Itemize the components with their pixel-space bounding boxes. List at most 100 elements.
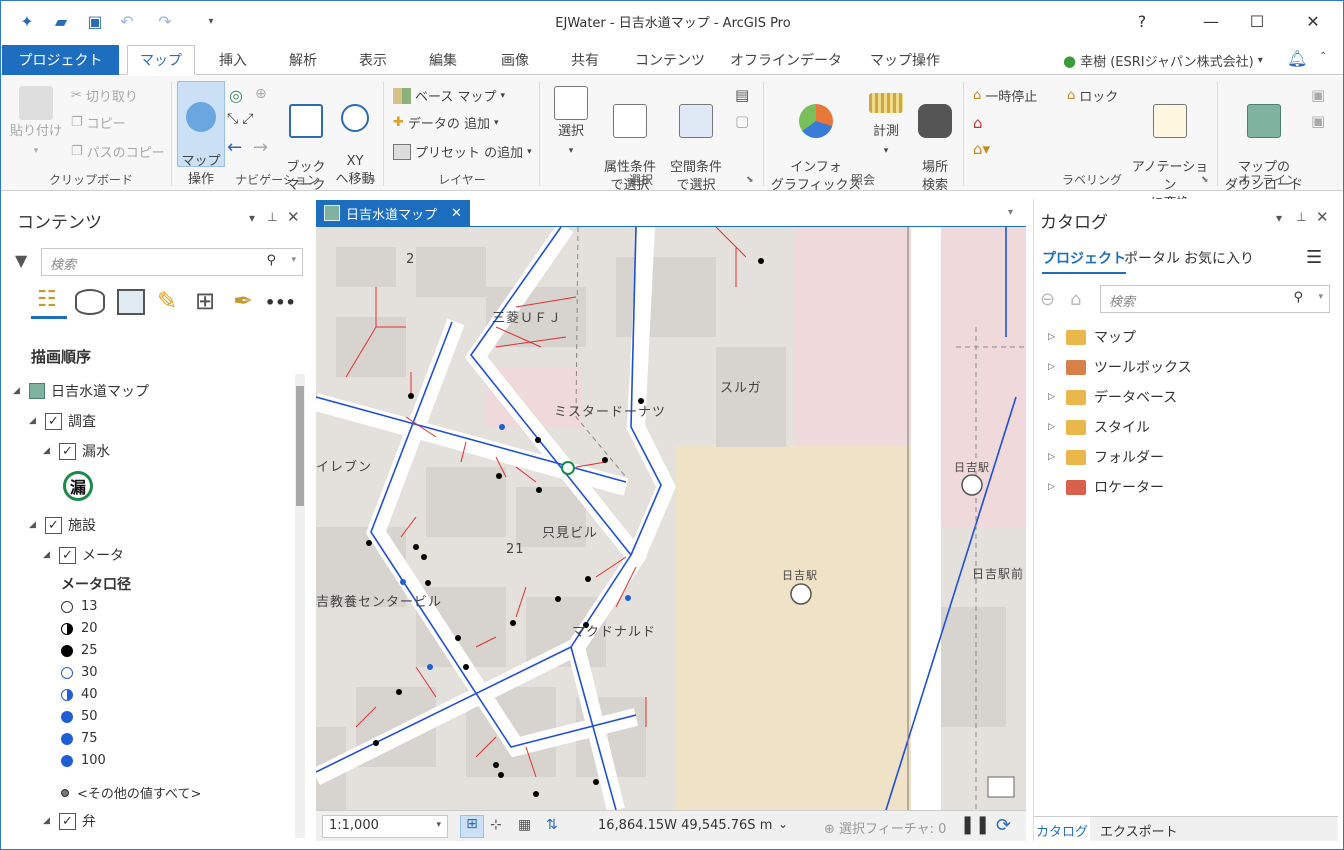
expand-icon[interactable]: ▷ bbox=[1048, 422, 1058, 432]
tab-list-icon[interactable]: ▾ bbox=[1008, 207, 1013, 218]
scale-dropdown[interactable]: 1:1,000 ▾ bbox=[322, 815, 448, 838]
cut-button[interactable]: ✂ 切り取り bbox=[71, 86, 138, 105]
sync-icon[interactable]: ▣ bbox=[1311, 86, 1325, 104]
catalog-item-styles[interactable]: ▷ スタイル bbox=[1048, 417, 1150, 437]
pin-icon[interactable]: ⊥ bbox=[267, 210, 277, 224]
close-pane-icon[interactable]: ✕ bbox=[287, 208, 300, 226]
pause-drawing-icon[interactable]: ❚❚ bbox=[960, 814, 990, 835]
back-icon[interactable]: ⊖ bbox=[1040, 289, 1055, 310]
expand-icon[interactable]: ▷ bbox=[1048, 452, 1058, 462]
catalog-tab-favorites[interactable]: お気に入り bbox=[1184, 248, 1254, 268]
expand-icon[interactable]: ◢ bbox=[13, 386, 23, 396]
expand-icon[interactable]: ◢ bbox=[29, 416, 39, 426]
catalog-tab-portal[interactable]: ポータル bbox=[1124, 248, 1180, 268]
grid-icon[interactable]: ▦ bbox=[518, 817, 531, 833]
catalog-item-maps[interactable]: ▷ マップ bbox=[1048, 327, 1136, 347]
scrollbar-thumb[interactable] bbox=[296, 386, 304, 506]
measure-button[interactable]: 計測 ▾ bbox=[863, 86, 909, 160]
catalog-item-toolboxes[interactable]: ▷ ツールボックス bbox=[1048, 357, 1192, 377]
tab-map[interactable]: マップ bbox=[127, 45, 195, 75]
expand-icon[interactable]: ◢ bbox=[29, 520, 39, 530]
tab-project[interactable]: プロジェクト bbox=[2, 45, 119, 75]
fixed-zoom-icon[interactable]: ⤡⤢ bbox=[227, 111, 257, 127]
tab-share[interactable]: 共有 bbox=[551, 45, 619, 75]
tree-layer-leak[interactable]: ◢ ✓ 漏水 bbox=[43, 441, 110, 461]
contents-scrollbar[interactable] bbox=[295, 374, 305, 838]
expand-icon[interactable]: ▷ bbox=[1048, 332, 1058, 342]
coordinate-format-icon[interactable]: ⌄ bbox=[778, 817, 788, 831]
navigation-launcher-icon[interactable]: ⬊ bbox=[368, 175, 376, 185]
catalog-item-databases[interactable]: ▷ データベース bbox=[1048, 387, 1177, 407]
pin-icon[interactable]: ⊥ bbox=[1296, 210, 1306, 224]
filter-icon[interactable]: ▼ bbox=[15, 251, 27, 270]
list-by-drawing-order-button[interactable]: ☷ bbox=[31, 287, 67, 319]
pane-menu-icon[interactable]: ▾ bbox=[1276, 211, 1282, 225]
close-pane-icon[interactable]: ✕ bbox=[1316, 208, 1329, 226]
expand-icon[interactable]: ◢ bbox=[43, 446, 53, 456]
previous-extent-icon[interactable]: ← bbox=[227, 137, 242, 158]
notification-icon[interactable]: 🔔︎ bbox=[1287, 49, 1307, 68]
zoom-selection-icon[interactable]: ⊕ bbox=[255, 86, 267, 102]
copy-path-button[interactable]: ❐ パスのコピー bbox=[71, 142, 165, 161]
full-extent-icon[interactable]: ◎ bbox=[229, 86, 243, 105]
convert-to-annotation-button[interactable]: アノテーション に変換 bbox=[1127, 86, 1213, 213]
expand-icon[interactable]: ◢ bbox=[43, 550, 53, 560]
catalog-search-input[interactable]: 検索 ⚲ ▾ bbox=[1100, 285, 1330, 313]
lock-labels-button[interactable]: ⌂ ロック bbox=[1067, 86, 1118, 105]
catalog-item-folders[interactable]: ▷ フォルダー bbox=[1048, 447, 1164, 467]
copy-button[interactable]: ❐ コピー bbox=[71, 113, 126, 132]
tab-analysis[interactable]: 解析 bbox=[269, 45, 337, 75]
tree-map-row[interactable]: ◢ 日吉水道マップ bbox=[13, 381, 149, 401]
label-priority-icon[interactable]: ⌂▾ bbox=[973, 140, 990, 158]
list-by-snapping-icon[interactable]: ⊞ bbox=[195, 287, 215, 315]
unplaced-labels-icon[interactable]: ⌂ bbox=[973, 114, 983, 132]
expand-icon[interactable]: ◢ bbox=[43, 816, 53, 826]
expand-icon[interactable]: ▷ bbox=[1048, 392, 1058, 402]
select-button[interactable]: 選択 ▾ bbox=[547, 86, 595, 160]
visibility-checkbox[interactable]: ✓ bbox=[59, 812, 76, 830]
pane-menu-icon[interactable]: ▾ bbox=[249, 211, 255, 225]
labeling-launcher-icon[interactable]: ⬊ bbox=[1201, 175, 1209, 185]
bottom-tab-export[interactable]: エクスポート bbox=[1100, 821, 1178, 840]
tree-layer-meter[interactable]: ◢ ✓ メータ bbox=[43, 545, 124, 565]
visibility-checkbox[interactable]: ✓ bbox=[59, 546, 76, 564]
visibility-checkbox[interactable]: ✓ bbox=[45, 412, 62, 430]
snapping-icon[interactable]: ⊹ bbox=[490, 817, 502, 833]
add-data-button[interactable]: ✚ データの 追加 ▾ bbox=[393, 113, 499, 132]
grid-snapping-icon[interactable]: ⊞ bbox=[460, 815, 484, 838]
list-by-source-icon[interactable] bbox=[75, 289, 105, 315]
catalog-item-locators[interactable]: ▷ ロケーター bbox=[1048, 477, 1164, 497]
visibility-checkbox[interactable]: ✓ bbox=[59, 442, 76, 460]
list-by-editing-icon[interactable]: ✎ bbox=[157, 287, 177, 315]
tab-view[interactable]: 表示 bbox=[339, 45, 407, 75]
tab-map-operations[interactable]: マップ操作 bbox=[857, 45, 953, 75]
close-button[interactable]: ✕ bbox=[1293, 7, 1333, 35]
visibility-checkbox[interactable]: ✓ bbox=[45, 516, 62, 534]
collapse-ribbon-icon[interactable]: ⌃ bbox=[1319, 51, 1327, 62]
tree-group-facility[interactable]: ◢ ✓ 施設 bbox=[29, 515, 96, 535]
home-icon[interactable]: ⌂ bbox=[1070, 289, 1081, 310]
help-button[interactable]: ? bbox=[1122, 7, 1162, 35]
pause-labeling-button[interactable]: ⌂ 一時停止 bbox=[973, 86, 1037, 105]
contents-search-input[interactable]: 検索 ⚲ ▾ bbox=[41, 248, 303, 276]
list-by-selection-icon[interactable] bbox=[117, 289, 145, 315]
selection-launcher-icon[interactable]: ⬊ bbox=[746, 175, 754, 185]
tab-content[interactable]: コンテンツ bbox=[625, 45, 715, 75]
clear-selection-icon[interactable]: ▢ bbox=[735, 112, 749, 130]
map-canvas[interactable]: 2 三菱ＵＦＪ スルガ ミスタードーナツ イレブン 只見ビル 21 吉教養センタ… bbox=[316, 227, 1026, 810]
tab-edit[interactable]: 編集 bbox=[409, 45, 477, 75]
attributes-icon[interactable]: ▤ bbox=[735, 86, 749, 104]
correction-icon[interactable]: ⇅ bbox=[546, 817, 558, 833]
explore-button[interactable]: マップ 操作 bbox=[177, 81, 225, 187]
expand-icon[interactable]: ▷ bbox=[1048, 362, 1058, 372]
maximize-button[interactable]: ☐ bbox=[1237, 7, 1277, 35]
expand-icon[interactable]: ▷ bbox=[1048, 482, 1058, 492]
tab-insert[interactable]: 挿入 bbox=[199, 45, 267, 75]
catalog-tab-project[interactable]: プロジェクト bbox=[1042, 248, 1126, 274]
minimize-button[interactable]: — bbox=[1191, 7, 1231, 35]
paste-button[interactable]: 貼り付け ▾ bbox=[9, 86, 63, 160]
close-tab-icon[interactable]: ✕ bbox=[451, 206, 462, 221]
user-account[interactable]: ● 幸樹 (ESRIジャパン株式会社) ▾ bbox=[1063, 51, 1263, 71]
bottom-tab-catalog[interactable]: カタログ bbox=[1034, 817, 1090, 841]
basemap-button[interactable]: ベース マップ ▾ bbox=[393, 86, 505, 105]
